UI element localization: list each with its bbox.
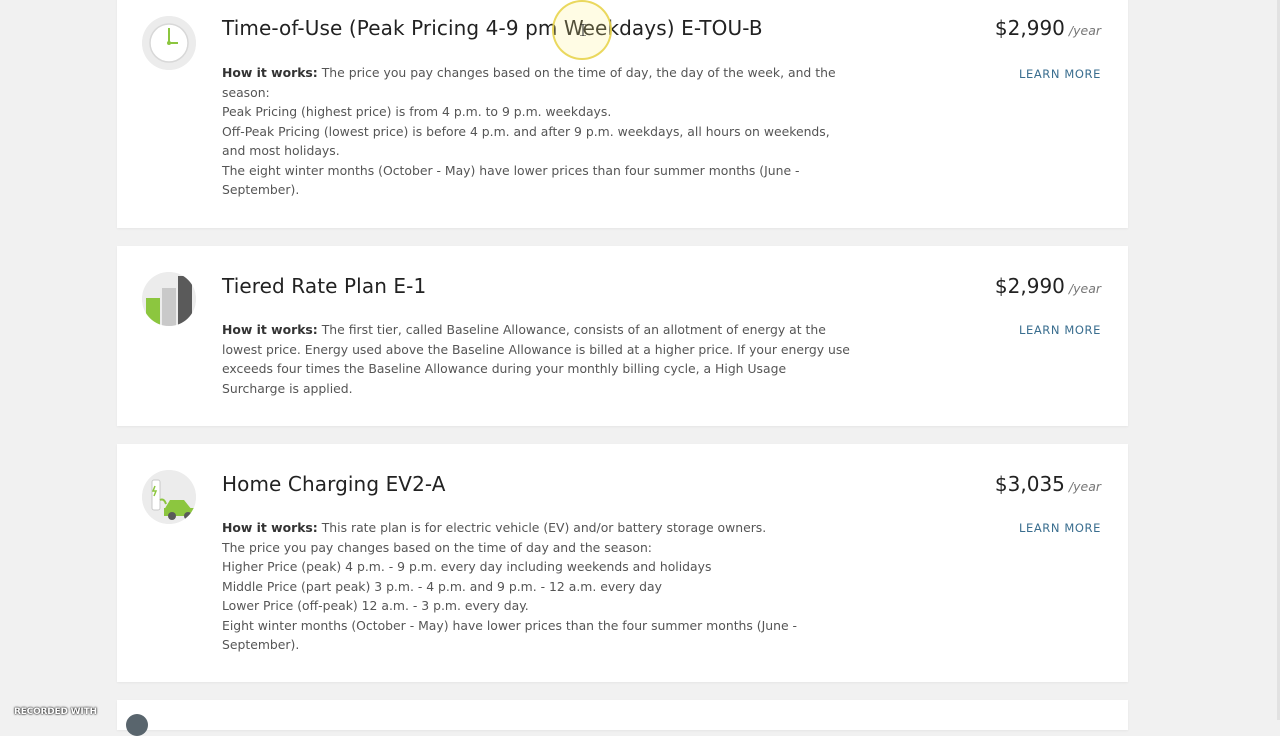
description-line: The eight winter months (October - May) … <box>222 162 800 178</box>
price-amount: $3,035 <box>994 472 1065 496</box>
price-period: /year <box>1068 479 1101 494</box>
plan-icon-partial <box>126 714 148 736</box>
price-amount: $2,990 <box>994 16 1065 40</box>
plan-description: How it works: The first tier, called Bas… <box>222 320 862 398</box>
plan-price: $2,990/year <box>995 16 1101 40</box>
price-period: /year <box>1068 281 1101 296</box>
plan-title: Tiered Rate Plan E-1 <box>222 274 427 298</box>
plan-price: $2,990/year <box>995 274 1101 298</box>
description-line: Eight winter months (October - May) have… <box>222 617 798 633</box>
plan-card-partial <box>117 700 1128 730</box>
description-line: Lower Price (off-peak) 12 a.m. - 3 p.m. … <box>222 598 529 613</box>
description-line: This rate plan is for electric vehicle (… <box>321 520 767 535</box>
description-line: Peak Pricing (highest price) is from 4 p… <box>222 104 612 119</box>
price-period: /year <box>1068 23 1101 38</box>
description-line: The first tier, called Baseline Allowanc… <box>321 322 826 337</box>
learn-more-link[interactable]: LEARN MORE <box>1019 323 1101 337</box>
plan-description: How it works: This rate plan is for elec… <box>222 518 862 655</box>
description-line: September). <box>222 182 300 197</box>
description-line: The price you pay changes based on the t… <box>222 539 652 555</box>
ev-charging-icon <box>142 470 196 524</box>
clock-icon <box>142 16 196 70</box>
plan-title: Time-of-Use (Peak Pricing 4-9 pm Weekday… <box>222 16 763 40</box>
description-line: The price you pay changes based on the t… <box>321 65 836 80</box>
description-line: Off-Peak Pricing (lowest price) is befor… <box>222 123 830 139</box>
learn-more-link[interactable]: LEARN MORE <box>1019 521 1101 535</box>
description-line: lowest price. Energy used above the Base… <box>222 341 850 357</box>
plan-card-ev: Home Charging EV2-A How it works: This r… <box>117 444 1128 682</box>
plan-price: $3,035/year <box>995 472 1101 496</box>
tiered-bars-icon <box>142 272 196 326</box>
description-line: Higher Price (peak) 4 p.m. - 9 p.m. ever… <box>222 559 712 574</box>
watermark: RECORDED WITH <box>14 707 97 717</box>
description-line: season: <box>222 84 270 100</box>
how-it-works-label: How it works: <box>222 65 318 80</box>
plan-card-tou: Time-of-Use (Peak Pricing 4-9 pm Weekday… <box>117 0 1128 228</box>
description-line: exceeds four times the Baseline Allowanc… <box>222 361 787 376</box>
plan-card-tiered: Tiered Rate Plan E-1 How it works: The f… <box>117 246 1128 426</box>
price-amount: $2,990 <box>994 274 1065 298</box>
how-it-works-label: How it works: <box>222 322 318 337</box>
plan-description: How it works: The price you pay changes … <box>222 63 862 200</box>
description-line: and most holidays. <box>222 143 340 158</box>
learn-more-link[interactable]: LEARN MORE <box>1019 67 1101 81</box>
description-line: September). <box>222 637 300 652</box>
description-line: Surcharge is applied. <box>222 380 353 396</box>
plan-title: Home Charging EV2-A <box>222 472 446 496</box>
how-it-works-label: How it works: <box>222 520 318 535</box>
description-line: Middle Price (part peak) 3 p.m. - 4 p.m.… <box>222 578 662 594</box>
